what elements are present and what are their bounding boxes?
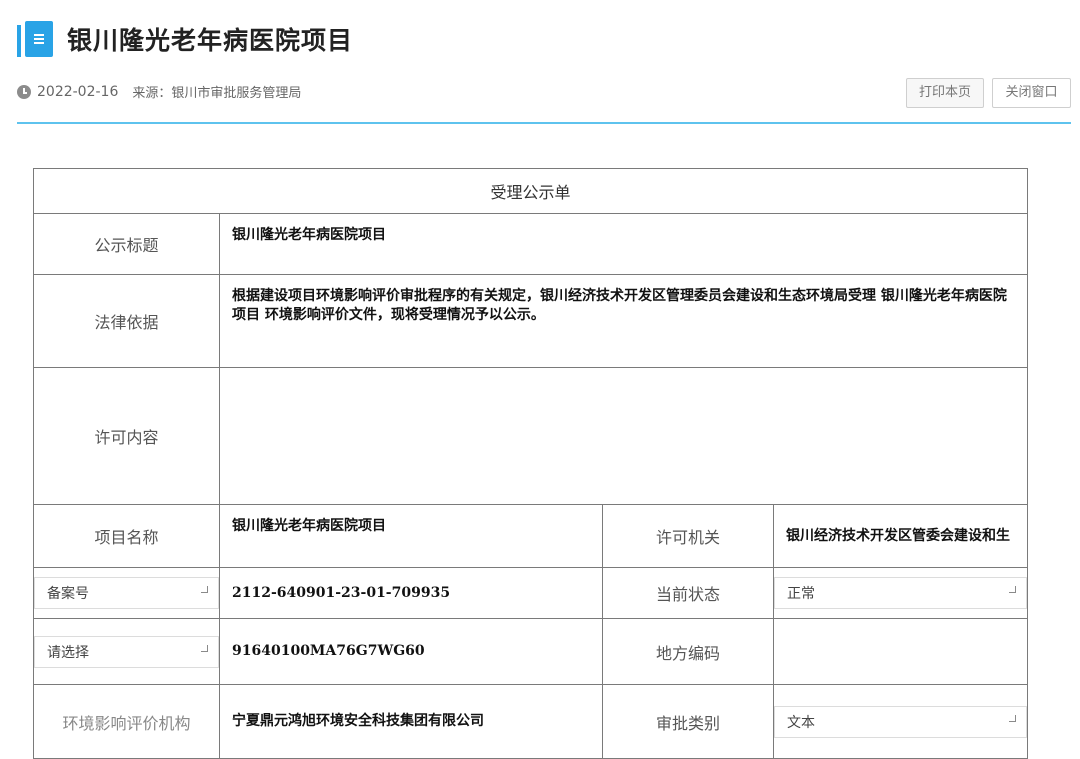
record-number-select[interactable]: 备案号 <box>34 577 219 609</box>
choose-select-cell: 请选择 <box>33 618 220 685</box>
permit-authority-value: 银川经济技术开发区管委会建设和生 <box>772 504 1029 568</box>
document-icon <box>17 21 53 57</box>
eia-agency-value: 宁夏鼎元鸿旭环境安全科技集团有限公司 <box>219 684 603 759</box>
acceptance-notice-table: 受理公示单 公示标题 银川隆光老年病医院项目 法律依据 根据建设项目环境影响评价… <box>32 168 1029 759</box>
project-name-value: 银川隆光老年病医院项目 <box>219 504 603 568</box>
chevron-down-icon <box>201 586 208 593</box>
notice-title-label: 公示标题 <box>33 213 220 275</box>
clock-icon <box>17 84 31 99</box>
approval-type-select-label: 文本 <box>787 714 815 731</box>
approval-type-select[interactable]: 文本 <box>774 705 1028 738</box>
status-select-cell: 正常 <box>772 567 1029 619</box>
chevron-down-icon <box>1009 586 1017 593</box>
approval-type-label: 审批类别 <box>602 684 774 759</box>
article-meta: 2022-02-16 来源：银川市审批服务管理局 <box>17 82 301 101</box>
table-caption: 受理公示单 <box>32 168 1029 214</box>
permit-content-label: 许可内容 <box>33 367 220 505</box>
project-name-label: 项目名称 <box>33 504 220 568</box>
chevron-down-icon <box>201 644 208 652</box>
page-header: 银川隆光老年病医院项目 <box>17 20 353 58</box>
legal-basis-label: 法律依据 <box>33 274 220 368</box>
status-select[interactable]: 正常 <box>774 577 1028 609</box>
approval-type-cell: 文本 <box>772 684 1029 759</box>
status-select-label: 正常 <box>787 586 815 602</box>
record-select-label: 备案号 <box>47 586 89 602</box>
legal-basis-value: 根据建设项目环境影响评价审批程序的有关规定，银川经济技术开发区管理委员会建设和生… <box>218 274 1029 368</box>
eia-agency-label: 环境影响评价机构 <box>33 684 220 759</box>
close-window-button[interactable]: 关闭窗口 <box>992 78 1071 108</box>
permit-authority-label: 许可机关 <box>602 504 774 568</box>
record-number-value: 2112-640901-23-01-709935 <box>219 567 603 619</box>
publish-date: 2022-02-16 <box>37 83 119 100</box>
permit-content-value <box>218 367 1029 505</box>
source-text: 来源：银川市审批服务管理局 <box>132 86 302 101</box>
chevron-down-icon <box>1009 714 1017 722</box>
page-title: 银川隆光老年病医院项目 <box>67 26 354 55</box>
status-label: 当前状态 <box>602 567 774 619</box>
header-divider <box>17 122 1071 124</box>
notice-title-value: 银川隆光老年病医院项目 <box>218 213 1029 275</box>
record-select-cell: 备案号 <box>33 567 220 619</box>
region-code-label: 地方编码 <box>602 618 774 685</box>
credit-code-value: 91640100MA76G7WG60 <box>219 618 603 685</box>
choose-select-label: 请选择 <box>47 644 89 661</box>
print-page-button[interactable]: 打印本页 <box>906 78 984 108</box>
region-code-value <box>772 618 1029 685</box>
choose-select[interactable]: 请选择 <box>34 635 219 668</box>
